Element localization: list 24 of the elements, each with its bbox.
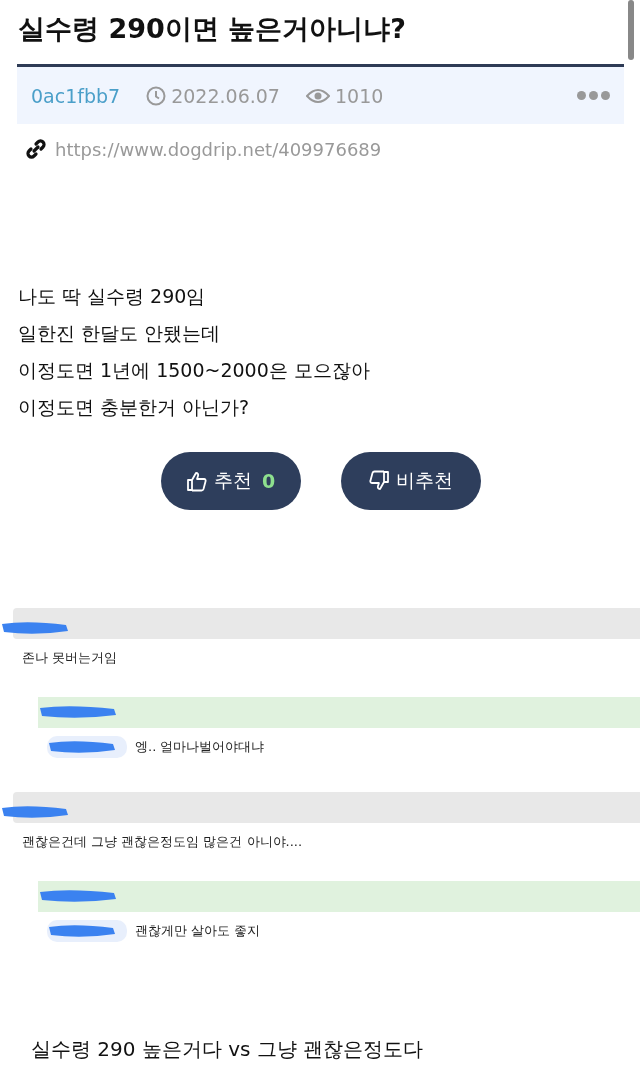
scrollbar[interactable] bbox=[628, 0, 634, 60]
mention-tag[interactable] bbox=[47, 920, 127, 942]
redaction-mark bbox=[0, 803, 70, 821]
view-count: 1010 bbox=[334, 84, 384, 107]
comment-text: 괜찮은건데 그냥 괜찮은정도임 많은건 아니야.... bbox=[21, 833, 304, 851]
mention-tag[interactable] bbox=[47, 736, 127, 758]
thumbs-up-icon bbox=[185, 470, 208, 492]
eye-icon bbox=[305, 87, 330, 104]
more-options-icon[interactable] bbox=[577, 91, 610, 100]
reply-text: 엥.. 얼마나벌어야대냐 bbox=[135, 738, 265, 756]
upvote-button[interactable]: 추천 0 bbox=[160, 452, 301, 510]
reply-text: 괜찮게만 살아도 좋지 bbox=[135, 922, 261, 940]
clock-icon bbox=[146, 85, 167, 106]
redaction-mark bbox=[47, 738, 117, 756]
redaction-mark bbox=[47, 922, 117, 940]
caption-text: 실수령 290 높은거다 vs 그냥 괜찮은정도다 bbox=[31, 1036, 425, 1062]
thumbs-down-icon bbox=[368, 470, 390, 492]
link-icon bbox=[25, 138, 47, 160]
post-date: 2022.06.07 bbox=[171, 84, 280, 107]
post-body: 나도 딱 실수령 290임 일한진 한달도 안됐는데 이정도면 1년에 1500~2000은 모으잖아 이정도면 충분한거 아닌가? bbox=[17, 284, 371, 420]
comment-text: 존나 못버는거임 bbox=[21, 649, 119, 667]
post-title: 실수령 290이면 높은거아니냐? bbox=[17, 12, 407, 46]
redaction-mark bbox=[0, 619, 70, 637]
downvote-button[interactable]: 비추천 bbox=[340, 452, 481, 510]
